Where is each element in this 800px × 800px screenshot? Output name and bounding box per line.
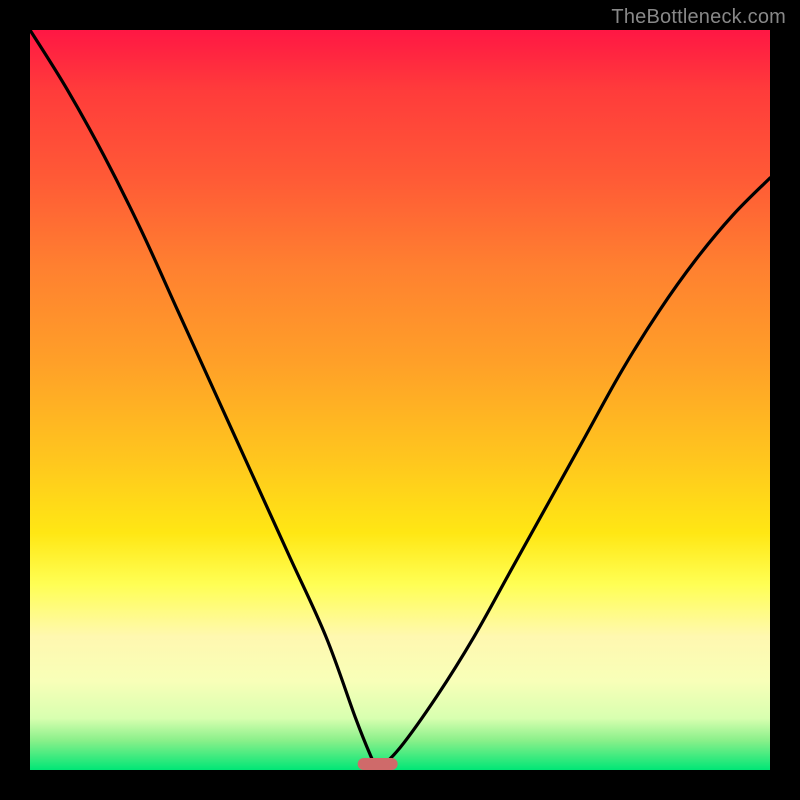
chart-frame: TheBottleneck.com xyxy=(0,0,800,800)
right-branch-curve xyxy=(378,178,770,770)
min-marker xyxy=(357,758,398,770)
curve-layer xyxy=(30,30,770,770)
watermark-text: TheBottleneck.com xyxy=(611,6,786,29)
left-branch-curve xyxy=(30,30,378,770)
plot-area xyxy=(30,30,770,770)
